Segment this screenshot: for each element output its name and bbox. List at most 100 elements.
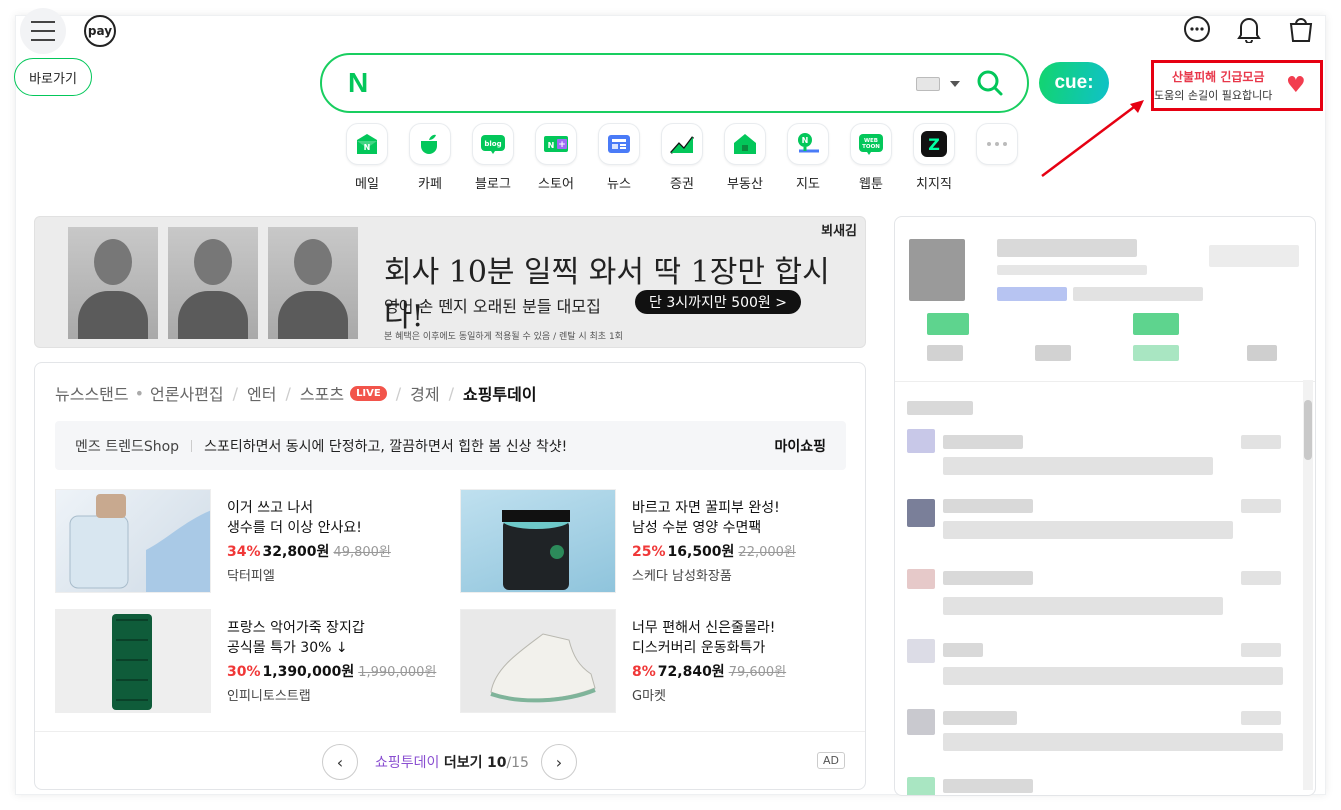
service-label: 지도 [796, 177, 820, 192]
realestate-icon[interactable] [724, 123, 766, 165]
tab-shopping-today[interactable]: 쇼핑투데이 [463, 381, 537, 405]
more-services-icon[interactable] [976, 123, 1018, 165]
trend-category[interactable]: 멘즈 트렌드Shop [75, 436, 179, 456]
my-shopping-link[interactable]: 마이쇼핑 [774, 436, 826, 456]
svg-text:TOON: TOON [862, 144, 880, 150]
service-webtoon[interactable]: WEB TOON 웹툰 [850, 123, 892, 192]
product-card[interactable]: 바르고 자면 꿀피부 완성! 남성 수분 영양 수면팩 25% 16,500원 22… [460, 489, 850, 593]
service-cafe[interactable]: 카페 [409, 123, 451, 192]
blurred-text [907, 401, 973, 415]
tab-sports[interactable]: 스포츠 [300, 381, 344, 405]
service-more-services[interactable] [976, 123, 1018, 192]
hamburger-menu-button[interactable] [20, 8, 66, 54]
service-label: 블로그 [475, 177, 511, 192]
promo-title: 산불피해 긴급모금 [1172, 70, 1265, 84]
model-photo [68, 227, 158, 339]
search-icon[interactable] [974, 67, 1006, 99]
live-badge[interactable]: LIVE [350, 385, 387, 401]
blog-icon[interactable]: blog [472, 123, 514, 165]
search-bar: N [320, 53, 1029, 113]
chzzk-icon[interactable]: Z [913, 123, 955, 165]
chevron-down-icon[interactable] [950, 81, 960, 87]
naver-logo[interactable]: N [348, 67, 368, 99]
tab-newsstand[interactable]: 뉴스스탠드 [55, 381, 129, 405]
banner-brand: 뵈새김 [821, 224, 857, 239]
blurred-text [943, 435, 1023, 449]
blurred-badge [1133, 313, 1179, 335]
product-card[interactable]: 너무 편해서 신은줄몰라! 디스커버리 운동화특가 8% 72,840원 79,60… [460, 609, 850, 713]
tab-entertainment[interactable]: 엔터 [247, 381, 276, 405]
service-news[interactable]: 뉴스 [598, 123, 640, 192]
product-price: 8% 72,840원 79,600원 [632, 664, 787, 680]
chevron-left-icon[interactable]: ‹ [322, 744, 358, 780]
mail-icon[interactable]: N [346, 123, 388, 165]
blurred-text [1241, 571, 1281, 585]
news-icon[interactable] [598, 123, 640, 165]
blurred-text [1035, 345, 1071, 361]
service-label: 메일 [355, 177, 379, 192]
bell-icon[interactable] [1234, 14, 1264, 44]
service-realestate[interactable]: 부동산 [724, 123, 766, 192]
blurred-icon [907, 569, 935, 589]
model-photo [268, 227, 358, 339]
search-input[interactable] [392, 69, 912, 97]
ad-banner[interactable]: 뵈새김 회사 10분 일찍 와서 딱 1장만 합시다! 영어 손 뗀지 오래된 … [34, 216, 866, 348]
product-title-line2: 디스커버리 운동화특가 [632, 640, 766, 656]
product-card[interactable]: 프랑스 악어가죽 장지갑 공식몰 특가 30% ↓ 30% 1,390,000원 1… [55, 609, 445, 713]
blurred-text [997, 287, 1067, 301]
stock-icon[interactable] [661, 123, 703, 165]
blurred-text [943, 571, 1033, 585]
scrollbar-thumb[interactable] [1304, 400, 1312, 460]
ad-label: AD [817, 752, 845, 769]
chevron-right-icon[interactable]: › [541, 744, 577, 780]
blurred-text [997, 265, 1147, 275]
tab-press-edit[interactable]: 언론사편집 [150, 381, 224, 405]
blurred-text [1133, 345, 1179, 361]
service-label: 웹툰 [859, 177, 883, 192]
blurred-text [1241, 435, 1281, 449]
tab-economy[interactable]: 경제 [410, 381, 439, 405]
service-blog[interactable]: blog 블로그 [472, 123, 514, 192]
product-price: 34% 32,800원 49,800원 [227, 544, 391, 560]
keyboard-icon[interactable] [916, 77, 940, 91]
blurred-icon [907, 709, 935, 735]
scrollbar[interactable] [1303, 380, 1313, 790]
product-title-line1: 바르고 자면 꿀피부 완성! [632, 500, 780, 516]
service-mail[interactable]: N 메일 [346, 123, 388, 192]
service-label: 부동산 [727, 177, 763, 192]
blurred-icon [907, 429, 935, 453]
blurred-text [927, 345, 963, 361]
shortcut-tooltip[interactable]: 바로가기 [14, 58, 92, 96]
cafe-icon[interactable] [409, 123, 451, 165]
store-icon[interactable]: N + [535, 123, 577, 165]
service-label: 스토어 [538, 177, 574, 192]
product-image[interactable] [55, 489, 211, 593]
map-icon[interactable]: N [787, 123, 829, 165]
product-card[interactable]: 이거 쓰고 나서 생수를 더 이상 안사요! 34% 32,800원 49,800원… [55, 489, 445, 593]
banner-cta-button[interactable]: 단 3시까지만 500원 > [635, 290, 801, 314]
more-dots-icon[interactable] [1182, 14, 1212, 44]
product-image[interactable] [55, 609, 211, 713]
product-title-line1: 이거 쓰고 나서 [227, 500, 314, 516]
trend-text[interactable]: 스포티하면서 동시에 단정하고, 깔끔하면서 힙한 봄 신상 착샷! [204, 436, 567, 456]
product-image[interactable] [460, 489, 616, 593]
service-stock[interactable]: 증권 [661, 123, 703, 192]
blurred-text [943, 521, 1233, 539]
blurred-text [943, 711, 1017, 725]
pay-button[interactable]: pay [84, 15, 116, 47]
service-map[interactable]: N 지도 [787, 123, 829, 192]
wildfire-donation-banner[interactable]: 산불피해 긴급모금 도움의 손길이 필요합니다 ♥ [1151, 60, 1323, 111]
shopping-bag-icon[interactable] [1286, 14, 1316, 44]
svg-text:+: + [558, 140, 566, 150]
svg-text:Z: Z [928, 135, 940, 154]
trend-strip[interactable]: 멘즈 트렌드Shop 스포티하면서 동시에 단정하고, 깔끔하면서 힙한 봄 신… [55, 421, 846, 470]
svg-text:blog: blog [484, 140, 501, 148]
more-link[interactable]: 쇼핑투데이 더보기 10/15 [375, 752, 529, 772]
product-price: 25% 16,500원 22,000원 [632, 544, 796, 560]
blurred-icon [907, 499, 935, 527]
service-store[interactable]: N + 스토어 [535, 123, 577, 192]
service-chzzk[interactable]: Z 치지직 [913, 123, 955, 192]
product-image[interactable] [460, 609, 616, 713]
product-title-line2: 공식몰 특가 30% ↓ [227, 640, 348, 656]
webtoon-icon[interactable]: WEB TOON [850, 123, 892, 165]
